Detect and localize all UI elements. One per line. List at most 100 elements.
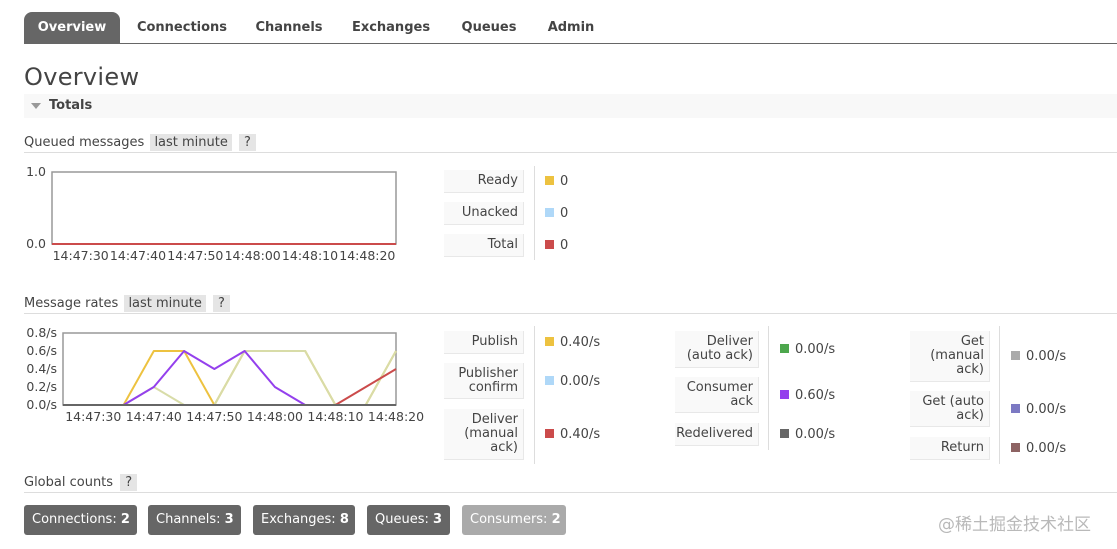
legend-value: 0.00/s (545, 374, 600, 389)
count-value: 3 (224, 512, 234, 527)
queued-messages-heading: Queued messages last minute ? (24, 134, 256, 151)
queued-messages-label: Queued messages (24, 135, 145, 150)
legend-value: 0 (545, 174, 568, 189)
legend-value: 0 (545, 238, 568, 253)
rates-help-button[interactable]: ? (213, 295, 230, 312)
legend-value: 0.40/s (545, 335, 600, 350)
nav-tabs: Overview Connections Channels Exchanges … (24, 12, 1117, 44)
legend-value-text: 0 (560, 174, 569, 189)
legend-label-get-manual-ack-: Get (manual ack) (910, 331, 990, 382)
page-title: Overview (24, 63, 140, 91)
legend-value: 0.60/s (780, 388, 835, 403)
legend-swatch (1011, 351, 1020, 360)
y-tick-label: 0.0/s (26, 397, 57, 412)
legend-swatch (1011, 443, 1020, 452)
queued-help-button[interactable]: ? (239, 134, 256, 151)
tab-admin[interactable]: Admin (538, 12, 604, 43)
tab-connections[interactable]: Connections (128, 12, 236, 43)
legend-label-ready: Ready (444, 170, 524, 193)
message-rates-label: Message rates (24, 296, 119, 311)
legend-value: 0.00/s (780, 342, 835, 357)
y-tick-label: 0.4/s (26, 361, 57, 376)
legend-swatch (545, 240, 554, 249)
y-tick-label: 0.6/s (26, 343, 57, 358)
section-totals-toggle[interactable]: Totals (24, 94, 1117, 118)
queued-messages-chart: 1.00.014:47:30 14:47:40 14:47:50 14:48:00 14… (26, 164, 397, 263)
channels-count-button[interactable]: Channels: 3 (148, 505, 241, 535)
x-tick-label: 14:47:40 (110, 248, 166, 263)
legend-value-text: 0.00/s (560, 374, 601, 389)
legend-label-redelivered: Redelivered (675, 423, 759, 446)
count-value: 2 (551, 512, 561, 527)
consumers-count-button[interactable]: Consumers: 2 (462, 505, 566, 535)
global-help-button[interactable]: ? (120, 474, 138, 491)
legend-swatch (545, 376, 554, 385)
legend-swatch (780, 344, 789, 353)
legend-label-consumer-ack: Consumer ack (675, 377, 759, 413)
legend-value-text: 0.00/s (1026, 441, 1067, 456)
count-label: Channels: (156, 512, 221, 527)
y-tick-label: 0.0 (26, 236, 46, 251)
legend-value-text: 0.00/s (1026, 402, 1067, 417)
legend-value-text: 0.60/s (795, 388, 836, 403)
legend-swatch (780, 390, 789, 399)
legend-label-deliver-auto-ack-: Deliver (auto ack) (675, 331, 759, 368)
legend-swatch (780, 429, 789, 438)
legend-label-publish: Publish (444, 331, 524, 354)
tab-exchanges[interactable]: Exchanges (342, 12, 440, 43)
count-label: Connections: (32, 512, 117, 527)
connections-count-button[interactable]: Connections: 2 (24, 505, 137, 535)
legend-label-deliver-manual-ack-: Deliver (manual ack) (444, 409, 524, 460)
legend-swatch (545, 337, 554, 346)
y-tick-label: 1.0 (26, 164, 46, 179)
x-tick-label: 14:48:20 (339, 248, 395, 263)
legend-value-text: 0 (560, 206, 569, 221)
count-label: Queues: (375, 512, 429, 527)
plot-frame (62, 332, 397, 406)
legend-swatch (1011, 404, 1020, 413)
x-tick-label: 14:48:20 (368, 409, 424, 424)
legend-separator (534, 166, 535, 260)
exchanges-count-button[interactable]: Exchanges: 8 (253, 505, 355, 535)
count-value: 8 (339, 512, 349, 527)
y-tick-label: 0.8/s (26, 325, 57, 340)
legend-separator (534, 326, 535, 464)
legend-value: 0.00/s (1011, 402, 1066, 417)
y-tick-label: 0.2/s (26, 379, 57, 394)
legend-value: 0.40/s (545, 427, 600, 442)
divider (24, 152, 1117, 153)
count-value: 3 (433, 512, 443, 527)
legend-label-unacked: Unacked (444, 202, 524, 225)
legend-value: 0.00/s (1011, 441, 1066, 456)
section-title: Totals (49, 98, 93, 113)
legend-swatch (545, 176, 554, 185)
tab-queues[interactable]: Queues (452, 12, 526, 43)
count-value: 2 (120, 512, 130, 527)
legend-value-text: 0.40/s (560, 335, 601, 350)
legend-value: 0 (545, 206, 568, 221)
legend-value-text: 0.00/s (795, 427, 836, 442)
legend-value-text: 0.40/s (560, 427, 601, 442)
legend-value-text: 0 (560, 238, 569, 253)
legend-value: 0.00/s (780, 427, 835, 442)
x-tick-label: 14:48:00 (225, 248, 281, 263)
tab-overview[interactable]: Overview (24, 12, 120, 43)
collapse-triangle-icon (31, 103, 41, 109)
legend-value-text: 0.00/s (1026, 349, 1067, 364)
queues-count-button[interactable]: Queues: 3 (367, 505, 450, 535)
divider (24, 313, 1117, 314)
rates-range-selector[interactable]: last minute (124, 295, 206, 312)
x-tick-label: 14:48:00 (247, 409, 303, 424)
legend-label-get-auto-ack-: Get (auto ack) (910, 391, 990, 427)
legend-label-publisher-confirm: Publisher confirm (444, 363, 524, 399)
queued-range-selector[interactable]: last minute (150, 134, 232, 151)
legend-value-text: 0.00/s (795, 342, 836, 357)
x-tick-label: 14:48:10 (282, 248, 338, 263)
x-tick-label: 14:48:10 (307, 409, 363, 424)
legend-label-total: Total (444, 234, 524, 257)
legend-label-return: Return (910, 437, 990, 460)
x-tick-label: 14:47:50 (167, 248, 223, 263)
tab-channels[interactable]: Channels (246, 12, 332, 43)
watermark-text: @稀土掘金技术社区 (938, 515, 1091, 535)
x-tick-label: 14:47:30 (65, 409, 121, 424)
